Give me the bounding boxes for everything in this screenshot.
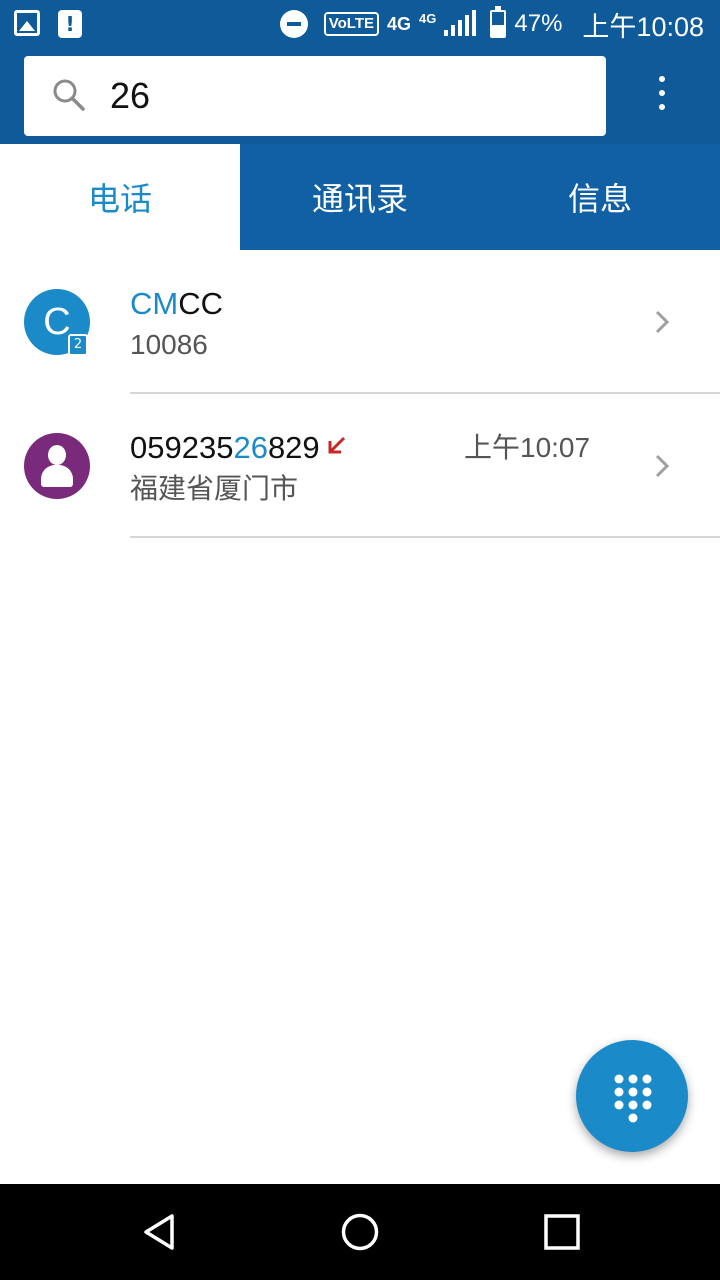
system-navigation-bar (0, 1184, 720, 1280)
person-body-icon (41, 465, 73, 487)
dialpad-button[interactable] (576, 1040, 688, 1152)
search-query-text[interactable]: 26 (110, 76, 150, 116)
more-options-icon[interactable] (650, 76, 674, 116)
battery-level-fill (492, 24, 505, 36)
home-icon[interactable] (340, 1212, 380, 1252)
do-not-disturb-icon (279, 10, 308, 38)
list-item-call-log[interactable]: 05923526829 上午10:07 福建省厦门市 (0, 394, 720, 538)
search-header: 26 (0, 48, 720, 144)
call-number: 05923526829 (130, 430, 348, 466)
list-divider (130, 536, 720, 538)
call-time: 上午10:07 (464, 432, 591, 463)
battery-percent: 47% (514, 10, 563, 37)
name-remainder: CC (178, 286, 223, 321)
chevron-right-icon[interactable] (652, 452, 672, 480)
tab-messages[interactable]: 信息 (480, 144, 720, 250)
status-system-icons: VoLTE 4G 4G 47% 上午10:08 (279, 6, 704, 42)
battery-icon (490, 6, 507, 38)
recent-apps-icon[interactable] (542, 1212, 582, 1252)
search-icon (53, 79, 85, 111)
status-bar: ! VoLTE 4G 4G 47% 上午10:08 (0, 0, 720, 48)
number-match-highlight: 26 (233, 430, 268, 465)
status-notifications: ! (14, 10, 82, 38)
search-results-list: C 2 CMCC 10086 05923526829 上午10:07 福建省厦门… (0, 250, 720, 538)
number-suffix: 829 (267, 430, 320, 465)
tab-contacts[interactable]: 通讯录 (240, 144, 480, 250)
missed-call-icon (328, 436, 345, 454)
signal-icon (444, 10, 477, 36)
back-icon[interactable] (140, 1212, 180, 1252)
network-type-label: 4G (387, 14, 412, 34)
list-item-contact-cmcc[interactable]: C 2 CMCC 10086 (0, 250, 720, 394)
alert-notification-icon: ! (58, 10, 82, 38)
network-type-secondary-label: 4G (419, 10, 437, 26)
tab-bar: 电话 通讯录 信息 (0, 144, 720, 250)
dialer-search-screen: ! VoLTE 4G 4G 47% 上午10:08 26 电话 通讯录 信息 C… (0, 0, 720, 1280)
contact-number: 10086 (130, 329, 208, 360)
contact-name: CMCC (130, 286, 223, 322)
name-match-highlight: CM (130, 286, 179, 321)
number-prefix: 059235 (130, 430, 234, 465)
call-location: 福建省厦门市 (130, 472, 299, 505)
sim-badge-icon: 2 (68, 334, 88, 356)
dialpad-icon (614, 1074, 652, 1123)
person-head-icon (48, 445, 66, 465)
status-time: 上午10:08 (582, 11, 704, 42)
tab-phone[interactable]: 电话 (0, 144, 240, 250)
search-input[interactable]: 26 (24, 56, 606, 136)
volte-icon: VoLTE (323, 12, 380, 36)
avatar (24, 433, 90, 499)
gallery-notification-icon (14, 10, 40, 36)
chevron-right-icon[interactable] (652, 308, 672, 336)
